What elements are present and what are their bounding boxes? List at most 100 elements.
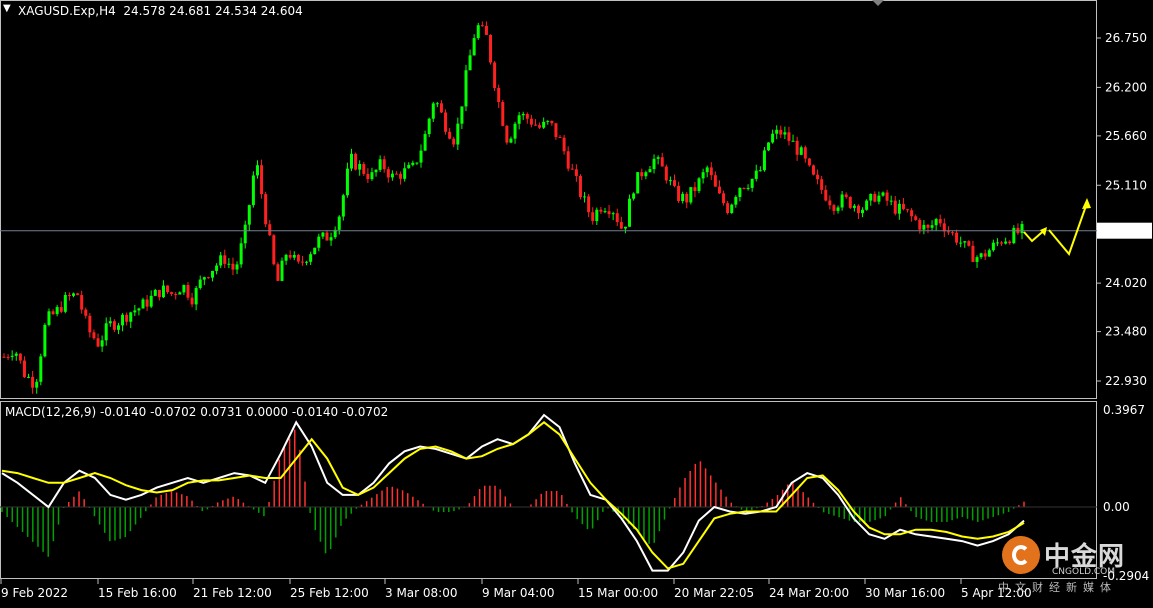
candle-bear (529, 118, 533, 125)
chart-canvas[interactable]: 26.750 26.200 25.660 25.110 24.020 23.480 22.9… (0, 0, 1153, 604)
candle-bull (922, 224, 926, 230)
time-tick-label: 24 Mar 20:00 (769, 586, 849, 600)
candle-bear (223, 255, 227, 264)
candle-bull (141, 299, 145, 309)
price-tick-label: 26.200 (1105, 80, 1147, 94)
candle-bear (354, 153, 358, 170)
candle-bull (280, 260, 284, 281)
candle-bear (382, 159, 386, 170)
candle-bear (174, 293, 178, 295)
candle-bull (644, 172, 648, 177)
candle-bear (848, 196, 852, 208)
candle-bear (803, 147, 807, 159)
candle-bull (652, 158, 656, 170)
candle-bull (153, 289, 157, 296)
candle-bear (76, 293, 80, 296)
candle-bull (995, 242, 999, 244)
time-tick-label: 15 Feb 16:00 (98, 586, 177, 600)
candle-bull (55, 307, 59, 315)
candle-bull (329, 237, 333, 241)
candle-bear (828, 200, 832, 206)
candle-bull (758, 170, 762, 172)
candle-bear (386, 169, 390, 178)
time-tick-label: 15 Mar 00:00 (578, 586, 658, 600)
candle-bear (96, 338, 100, 347)
candle-bear (856, 205, 860, 214)
candle-bear (742, 187, 746, 189)
candle-bull (697, 178, 701, 192)
candle-bear (599, 209, 603, 212)
candle-bull (934, 219, 938, 226)
candle-bear (722, 193, 726, 204)
candle-bear (51, 311, 55, 315)
candle-bear (394, 173, 398, 175)
candle-bull (468, 55, 472, 71)
candle-bull (411, 162, 415, 165)
candle-bull (775, 129, 779, 134)
candle-bull (247, 205, 251, 225)
candle-bear (779, 129, 783, 135)
candle-bull (975, 257, 979, 262)
candle-bear (190, 297, 194, 305)
candle-bear (578, 175, 582, 198)
candle-bull (767, 142, 771, 151)
candle-bull (370, 172, 374, 180)
candle-bull (317, 236, 321, 248)
candle-bull (43, 324, 47, 357)
candle-bull (403, 168, 407, 179)
candle-bear (501, 102, 505, 126)
price-tick-label: 23.480 (1105, 325, 1147, 339)
candle-bull (546, 120, 550, 122)
candle-bull (116, 325, 120, 330)
candle-bull (987, 250, 991, 257)
candle-bull (35, 381, 39, 388)
candle-bull (345, 168, 349, 196)
price-tick-label: 24.020 (1105, 276, 1147, 290)
candle-bull (689, 187, 693, 203)
candle-bull (897, 203, 901, 214)
candle-bear (693, 187, 697, 192)
price-tick-label: 26.750 (1105, 31, 1147, 45)
candle-bull (198, 279, 202, 289)
candle-bull (861, 209, 865, 214)
candle-bear (67, 294, 71, 296)
candle-bear (533, 124, 537, 126)
candle-bear (640, 172, 644, 177)
candle-bull (161, 285, 165, 298)
candle-bear (983, 253, 987, 257)
candle-bull (427, 118, 431, 135)
candle-bull (108, 321, 112, 324)
candle-bull (313, 247, 317, 255)
candle-bull (182, 285, 186, 293)
candle-bull (309, 254, 313, 262)
candle-bear (231, 263, 235, 270)
candle-bull (762, 150, 766, 171)
candle-bull (738, 187, 742, 197)
candle-bear (554, 123, 558, 138)
candle-bull (632, 193, 636, 199)
candle-bull (979, 253, 983, 258)
candle-bull (963, 241, 967, 243)
candle-bear (452, 138, 456, 145)
candle-bear (914, 216, 918, 220)
candle-bull (100, 340, 104, 347)
candle-bear (484, 25, 488, 35)
candle-bull (235, 264, 239, 270)
candle-bear (84, 309, 88, 316)
dropdown-triangle-icon[interactable]: ▼ (3, 2, 11, 16)
candle-bear (505, 125, 509, 143)
candle-bear (726, 203, 730, 213)
candle-bear (268, 224, 272, 236)
candle-bear (497, 87, 501, 103)
candle-bear (574, 169, 578, 176)
trading-chart[interactable]: 26.750 26.200 25.660 25.110 24.020 23.480 22.9… (0, 0, 1153, 604)
candle-bull (611, 213, 615, 215)
candle-bull (595, 209, 599, 222)
candle-bear (807, 158, 811, 166)
candle-bear (885, 192, 889, 201)
time-tick-label: 20 Mar 22:05 (674, 586, 754, 600)
candle-bull (255, 165, 259, 176)
candle-bull (47, 311, 51, 325)
candle-bull (509, 138, 513, 143)
candle-bear (955, 232, 959, 243)
